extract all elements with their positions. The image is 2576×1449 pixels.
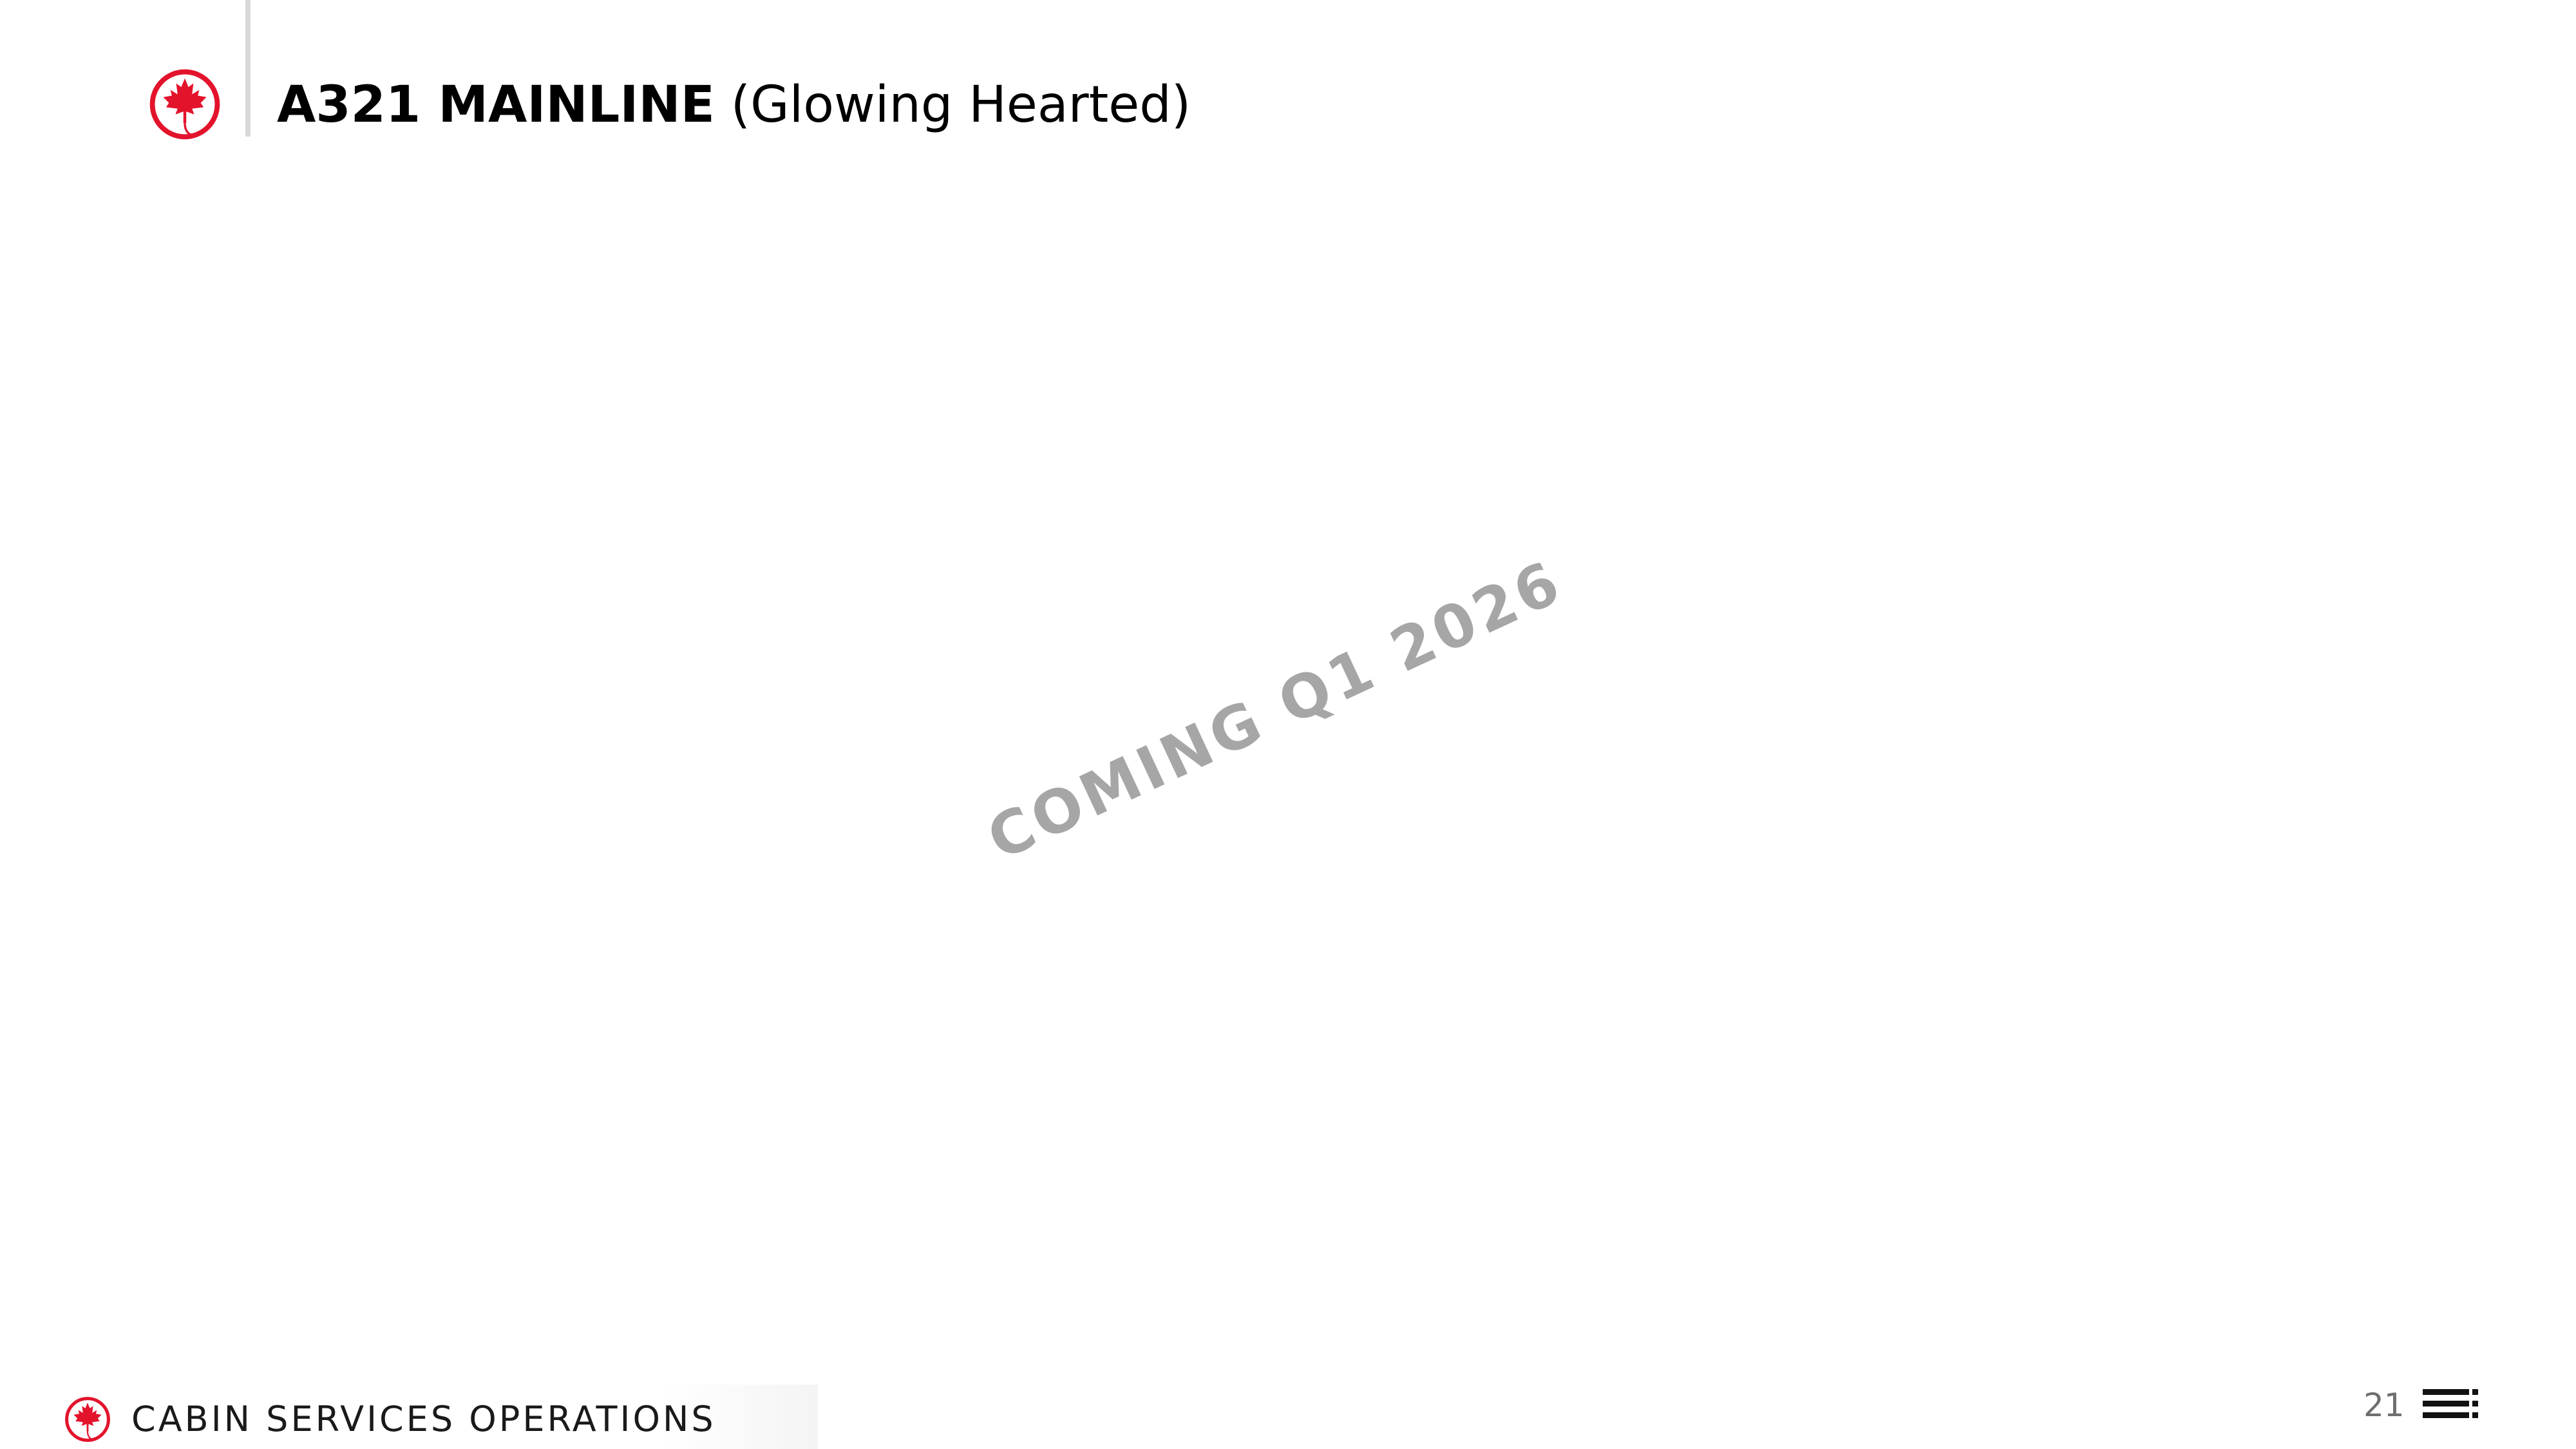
page-title-main: A321 MAINLINE — [277, 76, 715, 134]
header-divider — [245, 0, 251, 137]
page-title: A321 MAINLINE (Glowing Hearted) — [277, 70, 1191, 140]
footer-brand: CABIN SERVICES OPERATIONS — [45, 1385, 818, 1449]
slide: A321 MAINLINE (Glowing Hearted) COMING Q… — [0, 0, 2576, 1449]
maple-leaf-roundel-icon — [149, 69, 220, 140]
coming-soon-watermark: COMING Q1 2026 — [977, 547, 1573, 874]
page-number: 21 — [2363, 1387, 2405, 1424]
maple-leaf-roundel-icon — [65, 1397, 110, 1442]
page-title-subtitle: (Glowing Hearted) — [714, 76, 1191, 134]
footer-label: CABIN SERVICES OPERATIONS — [131, 1399, 716, 1439]
menu-lines-icon[interactable] — [2423, 1389, 2478, 1419]
